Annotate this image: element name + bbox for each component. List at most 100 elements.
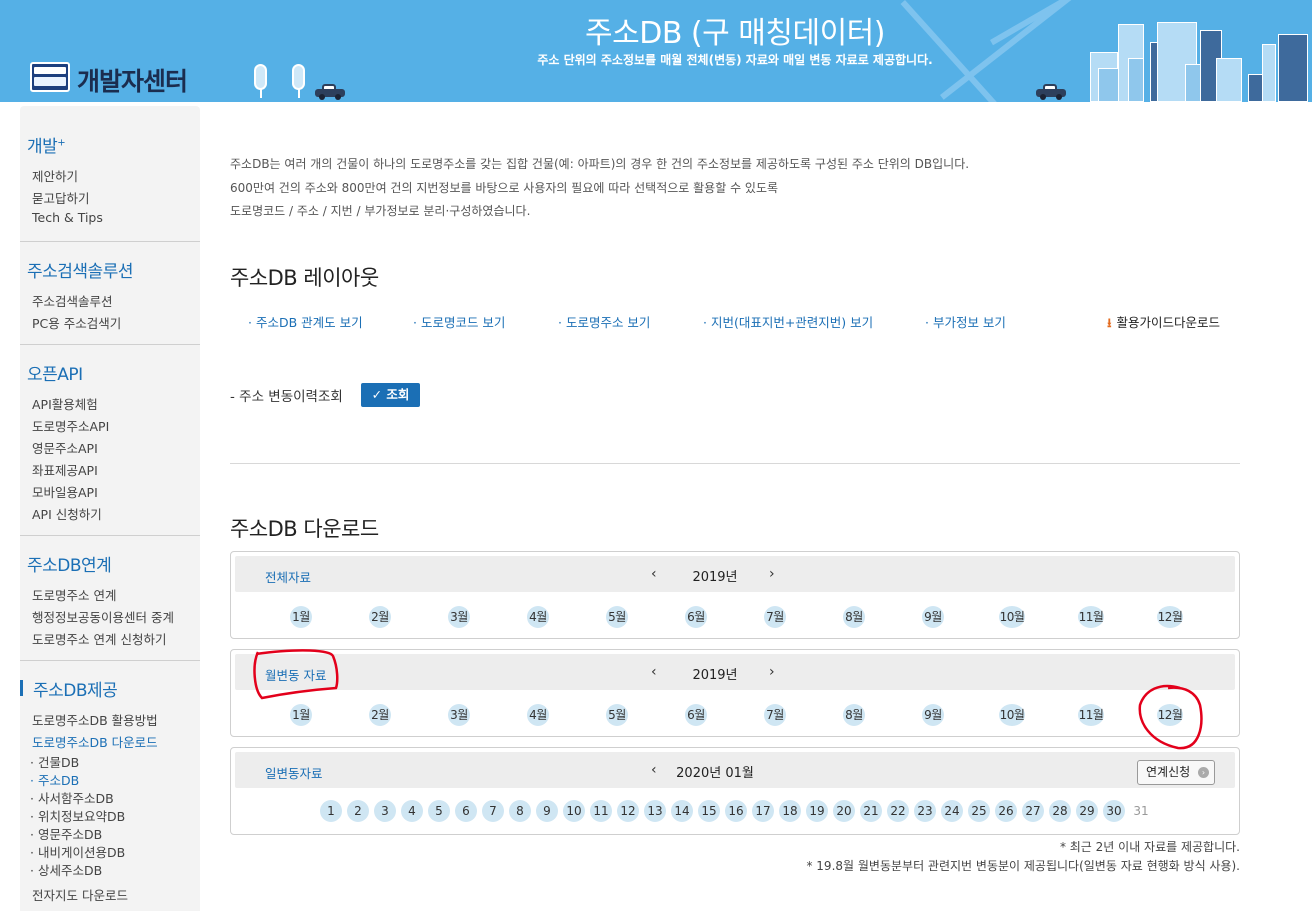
history-search-button[interactable]: ✓ 조회 [361,383,420,407]
day-button[interactable]: 9 [536,800,558,822]
layout-link-relation[interactable]: · 주소DB 관계도 보기 [248,312,363,331]
prev-year-button[interactable]: ‹ [651,664,657,680]
sidebar-item-mobile-api[interactable]: 모바일용API [32,482,98,501]
day-button[interactable]: 15 [698,800,720,822]
month-button[interactable]: 6월 [685,606,707,628]
month-button[interactable]: 2월 [369,704,391,726]
day-button[interactable]: 3 [374,800,396,822]
sidebar-item-coord-api[interactable]: 좌표제공API [32,460,98,479]
month-button-december[interactable]: 12월 [1157,704,1183,726]
link-apply-button[interactable]: 연계신청 › [1137,760,1215,785]
day-button[interactable]: 14 [671,800,693,822]
full-data-label: 전체자료 [265,570,312,585]
day-button[interactable]: 4 [401,800,423,822]
day-button[interactable]: 12 [617,800,639,822]
sidebar-subitem-location-db[interactable]: · 위치정보요약DB [30,806,125,825]
day-button[interactable]: 2 [347,800,369,822]
month-button[interactable]: 5월 [606,606,628,628]
day-button[interactable]: 6 [455,800,477,822]
month-button[interactable]: 1월 [290,606,312,628]
full-data-box: 전체자료 ‹ 2019년 › 1월 2월 3월 4월 5월 6월 7월 8월 9… [230,551,1240,639]
day-button[interactable]: 17 [752,800,774,822]
day-button[interactable]: 7 [482,800,504,822]
prev-year-button[interactable]: ‹ [651,566,657,582]
month-button[interactable]: 1월 [290,704,312,726]
day-button[interactable]: 10 [563,800,585,822]
next-year-button[interactable]: › [769,566,775,582]
month-button[interactable]: 8월 [843,704,865,726]
month-button[interactable]: 12월 [1157,606,1183,628]
sidebar-heading-db-provide[interactable]: 주소DB제공 [33,676,118,701]
month-button[interactable]: 2월 [369,606,391,628]
sidebar-item-suggest[interactable]: 제안하기 [32,166,78,185]
month-button[interactable]: 9월 [922,704,944,726]
sidebar-subitem-navigation-db[interactable]: · 내비게이션용DB [30,842,125,861]
sidebar-item-search-solution[interactable]: 주소검색솔루션 [32,291,113,310]
layout-link-jibun[interactable]: · 지번(대표지번+관련지번) 보기 [703,312,873,331]
sidebar-item-db-usage[interactable]: 도로명주소DB 활용방법 [32,710,158,729]
month-button[interactable]: 5월 [606,704,628,726]
full-data-header: 전체자료 ‹ 2019년 › [235,556,1235,592]
sidebar-heading-open-api[interactable]: 오픈API [27,360,83,385]
tree-trunk [260,88,262,98]
day-button[interactable]: 27 [1022,800,1044,822]
month-button[interactable]: 11월 [1078,704,1104,726]
sidebar-item-admin-relay[interactable]: 행정정보공동이용센터 중계 [32,607,174,626]
month-button[interactable]: 9월 [922,606,944,628]
next-year-button[interactable]: › [769,664,775,680]
sidebar-item-link-apply[interactable]: 도로명주소 연계 신청하기 [32,629,166,648]
prev-month-button[interactable]: ‹ [651,762,657,778]
layout-link-road-address[interactable]: · 도로명주소 보기 [558,312,650,331]
day-button[interactable]: 11 [590,800,612,822]
day-button[interactable]: 30 [1103,800,1125,822]
day-button[interactable]: 8 [509,800,531,822]
day-button[interactable]: 24 [941,800,963,822]
day-button[interactable]: 20 [833,800,855,822]
guide-download-link[interactable]: ⭳ 활용가이드다운로드 [1107,312,1220,335]
sidebar-heading-dev[interactable]: 개발+ [27,132,66,157]
sidebar-item-api-trial[interactable]: API활용체험 [32,394,98,413]
month-button[interactable]: 3월 [448,704,470,726]
sidebar-item-tech-tips[interactable]: Tech & Tips [32,210,103,225]
day-button[interactable]: 21 [860,800,882,822]
day-button[interactable]: 22 [887,800,909,822]
sidebar-item-road-link[interactable]: 도로명주소 연계 [32,585,116,604]
month-button[interactable]: 8월 [843,606,865,628]
sidebar-item-db-download[interactable]: 도로명주소DB 다운로드 [32,732,158,751]
sidebar-heading-search-solution[interactable]: 주소검색솔루션 [27,257,133,282]
day-button[interactable]: 16 [725,800,747,822]
sidebar-subitem-address-db[interactable]: · 주소DB [30,770,79,789]
month-button[interactable]: 7월 [764,704,786,726]
day-button[interactable]: 26 [995,800,1017,822]
month-button[interactable]: 3월 [448,606,470,628]
month-button[interactable]: 10월 [999,704,1025,726]
sidebar-item-qna[interactable]: 묻고답하기 [32,188,90,207]
day-button[interactable]: 28 [1049,800,1071,822]
layout-link-extra[interactable]: · 부가정보 보기 [925,312,1006,331]
sidebar-subitem-pobox-db[interactable]: · 사서함주소DB [30,788,114,807]
sidebar-item-road-api[interactable]: 도로명주소API [32,416,109,435]
sidebar-item-map-download[interactable]: 전자지도 다운로드 [32,885,128,904]
month-button[interactable]: 7월 [764,606,786,628]
day-button[interactable]: 13 [644,800,666,822]
sidebar-subitem-english-db[interactable]: · 영문주소DB [30,824,102,843]
month-button[interactable]: 11월 [1078,606,1104,628]
layout-link-road-code[interactable]: · 도로명코드 보기 [413,312,505,331]
month-button[interactable]: 4월 [527,606,549,628]
sidebar-item-api-apply[interactable]: API 신청하기 [32,504,102,523]
day-button[interactable]: 18 [779,800,801,822]
sidebar-heading-db-link[interactable]: 주소DB연계 [27,551,112,576]
day-button[interactable]: 23 [914,800,936,822]
day-button[interactable]: 5 [428,800,450,822]
day-button[interactable]: 25 [968,800,990,822]
month-button[interactable]: 10월 [999,606,1025,628]
month-button[interactable]: 6월 [685,704,707,726]
sidebar-subitem-building-db[interactable]: · 건물DB [30,752,79,771]
sidebar-item-pc-search[interactable]: PC용 주소검색기 [32,313,121,332]
day-button[interactable]: 19 [806,800,828,822]
month-button[interactable]: 4월 [527,704,549,726]
day-button[interactable]: 1 [320,800,342,822]
sidebar-subitem-detail-db[interactable]: · 상세주소DB [30,860,102,879]
sidebar-item-eng-api[interactable]: 영문주소API [32,438,98,457]
day-button[interactable]: 29 [1076,800,1098,822]
